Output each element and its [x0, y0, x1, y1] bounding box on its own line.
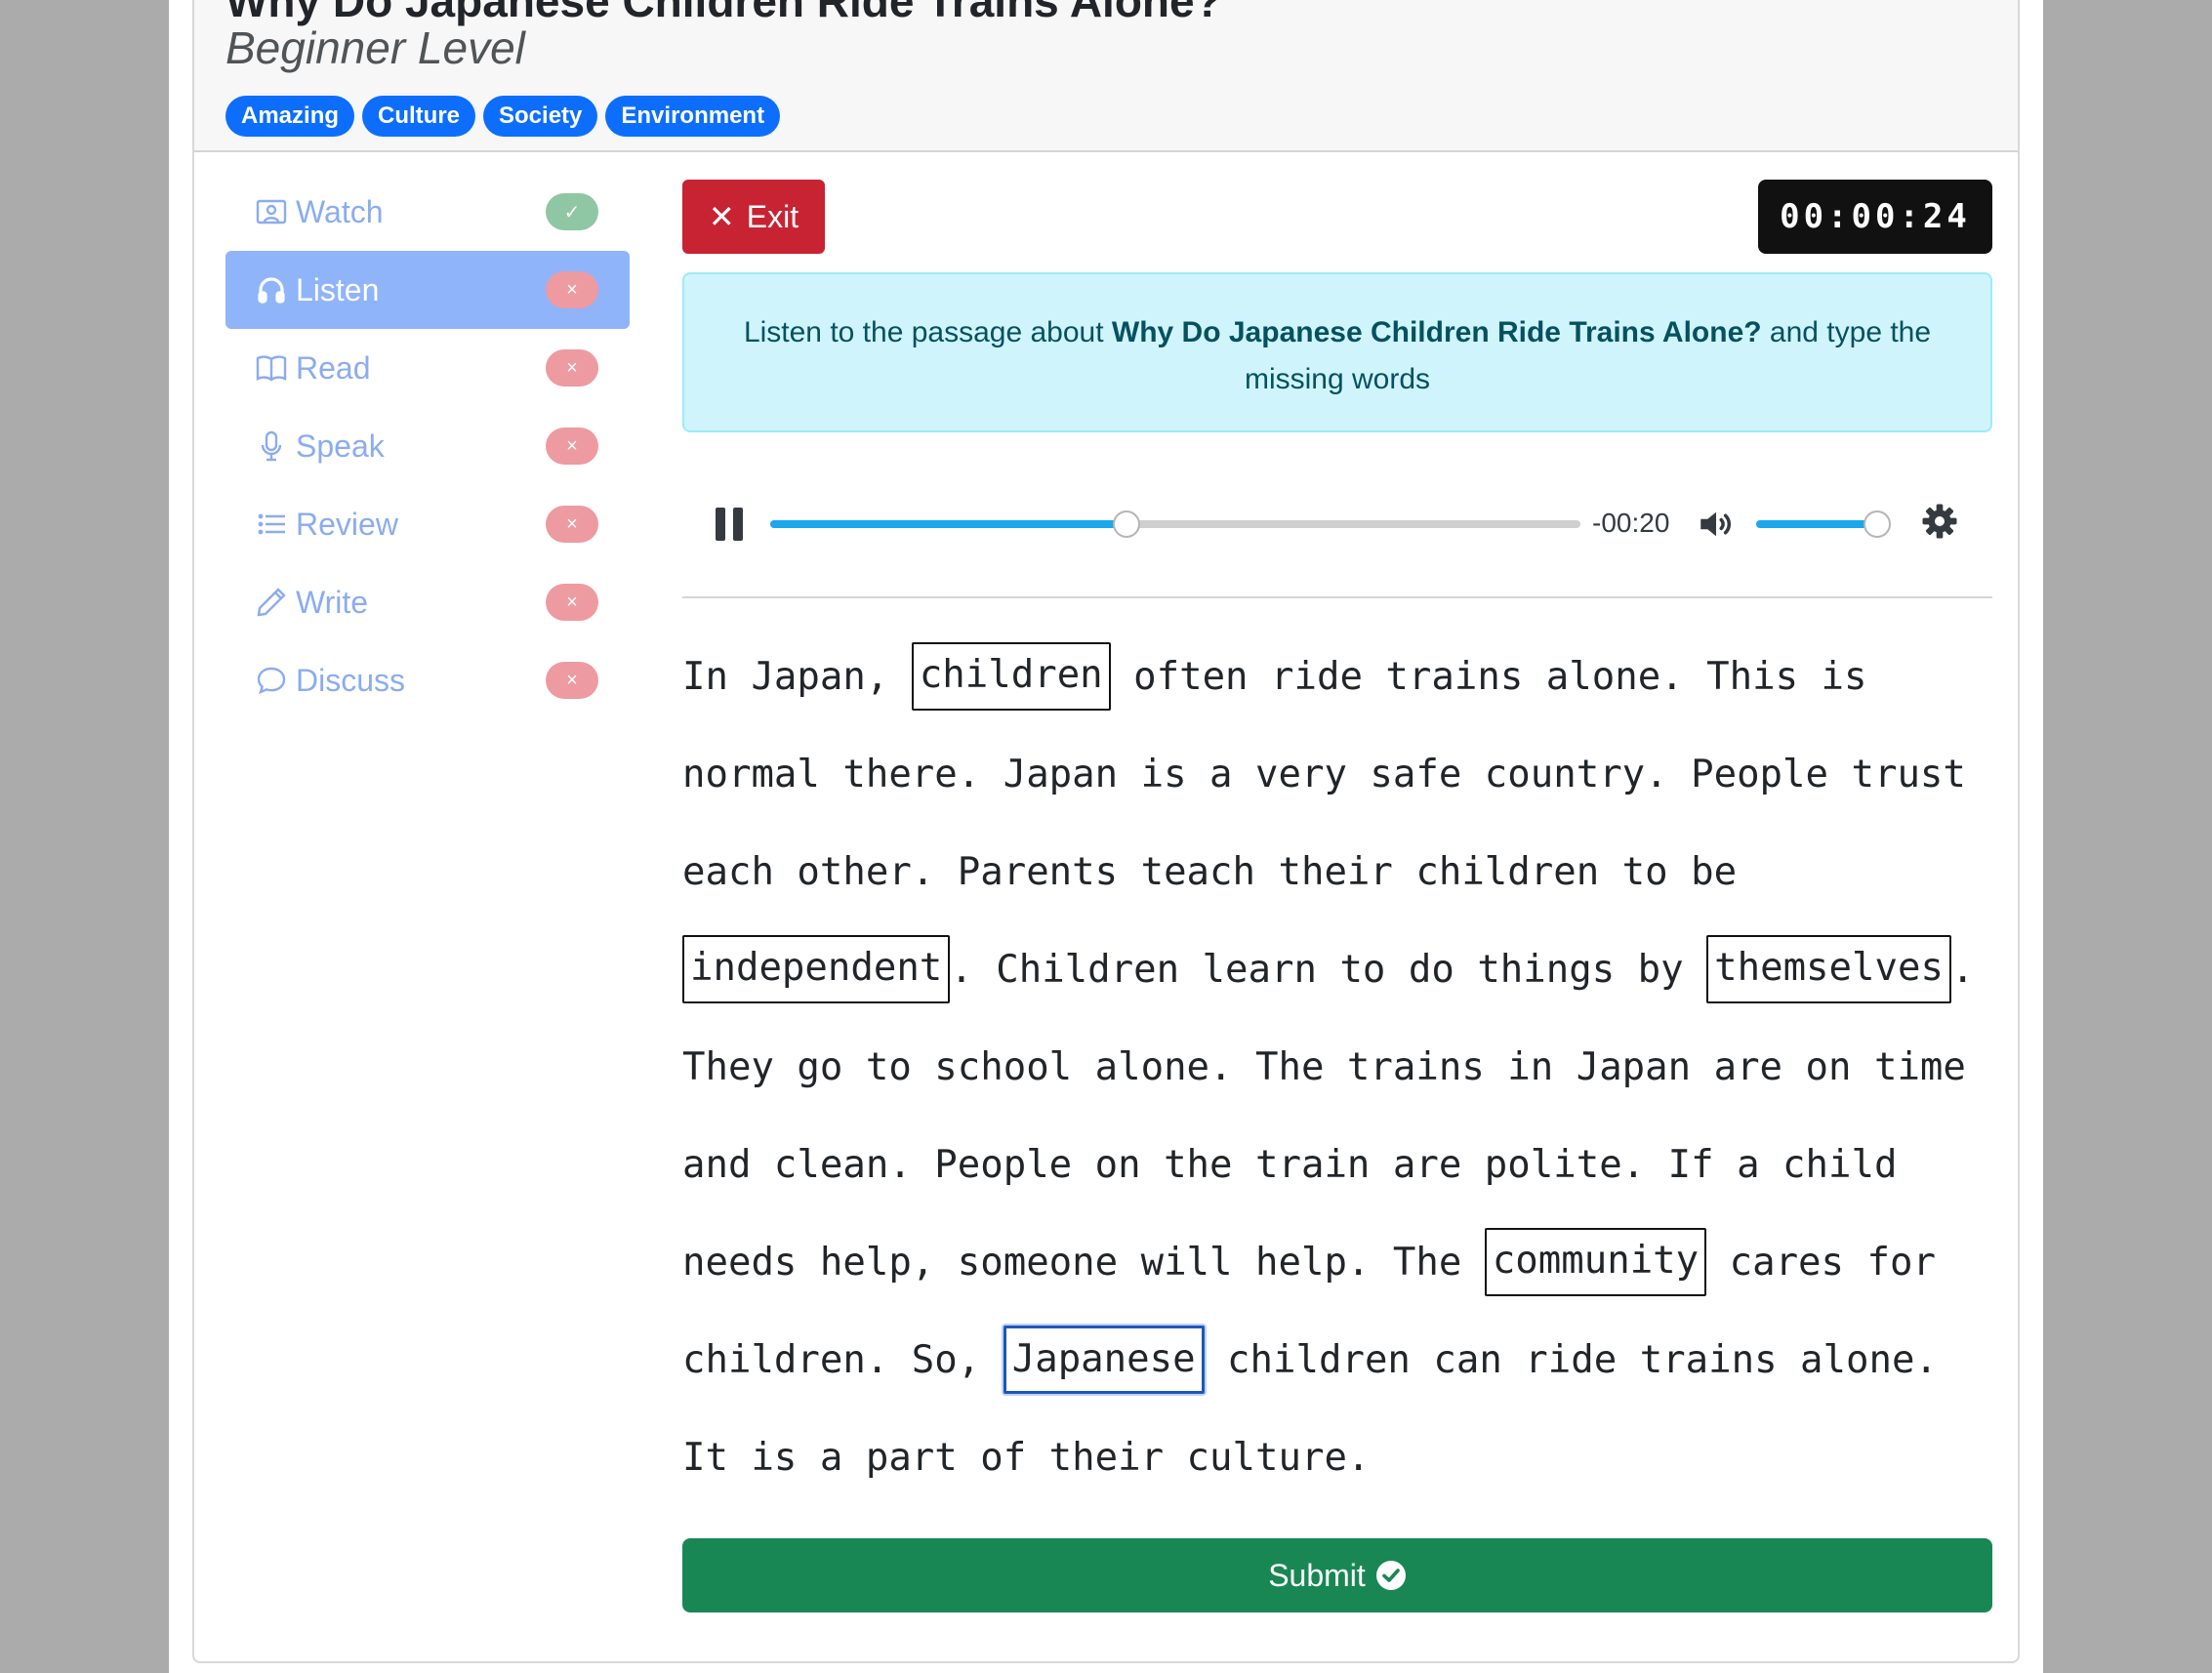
- status-badge: ✓: [546, 193, 598, 230]
- gear-icon[interactable]: [1920, 502, 1959, 541]
- submit-button[interactable]: Submit: [682, 1538, 1992, 1612]
- chat-icon: [255, 664, 288, 697]
- instruction-topic: Why Do Japanese Children Ride Trains Alo…: [1111, 316, 1762, 348]
- headphones-icon: [255, 273, 288, 306]
- mic-icon: [255, 429, 288, 463]
- seek-handle[interactable]: [1113, 510, 1141, 538]
- book-icon: [255, 351, 288, 385]
- volume-icon[interactable]: [1696, 504, 1737, 545]
- volume-level: [1756, 520, 1877, 528]
- sidebar-item-read[interactable]: Read ×: [225, 329, 630, 407]
- tag-badge[interactable]: Society: [483, 96, 598, 137]
- sidebar-item-label: Read: [296, 349, 371, 386]
- volume-slider[interactable]: [1756, 510, 1891, 538]
- activity-sidebar: Watch ✓ Listen × Read × Speak × Review ×…: [225, 173, 630, 719]
- sidebar-item-label: Review: [296, 506, 398, 542]
- tag-badge[interactable]: Environment: [605, 96, 781, 137]
- exit-button[interactable]: ✕ Exit: [682, 180, 825, 254]
- sidebar-item-label: Speak: [296, 428, 385, 464]
- status-badge: ×: [546, 349, 598, 387]
- person-video-icon: [255, 195, 288, 228]
- blank-input-focused[interactable]: Japanese: [1003, 1325, 1205, 1394]
- submit-label: Submit: [1268, 1557, 1366, 1593]
- sidebar-item-label: Watch: [296, 193, 384, 229]
- seek-progress: [770, 520, 1127, 528]
- passage-text: In Japan, children often ride trains alo…: [682, 629, 1992, 1507]
- blank-input[interactable]: community: [1484, 1227, 1707, 1296]
- lesson-level: Beginner Level: [225, 22, 525, 73]
- sidebar-item-label: Listen: [296, 271, 380, 307]
- status-badge: ×: [546, 584, 598, 621]
- sidebar-item-label: Write: [296, 584, 369, 620]
- sidebar-item-review[interactable]: Review ×: [225, 485, 630, 563]
- sidebar-item-write[interactable]: Write ×: [225, 563, 630, 641]
- seek-bar[interactable]: [770, 510, 1580, 538]
- tag-badge[interactable]: Culture: [362, 96, 476, 137]
- status-badge: ×: [546, 271, 598, 308]
- lesson-card: Why Do Japanese Children Ride Trains Alo…: [192, 0, 2020, 1663]
- audio-player: -00:20: [682, 472, 1992, 570]
- blank-input[interactable]: children: [911, 641, 1111, 711]
- sidebar-item-label: Discuss: [296, 662, 406, 698]
- blank-input[interactable]: independent: [682, 934, 951, 1003]
- sidebar-item-watch[interactable]: Watch ✓: [225, 173, 630, 251]
- tag-list: Amazing Culture Society Environment: [225, 96, 781, 137]
- volume-handle[interactable]: [1864, 510, 1891, 538]
- time-remaining: -00:20: [1592, 508, 1670, 538]
- close-icon: ✕: [708, 199, 735, 234]
- check-circle-icon: [1375, 1561, 1406, 1590]
- elapsed-timer: 00:00:24: [1758, 180, 1992, 254]
- exit-label: Exit: [746, 198, 799, 234]
- sidebar-item-discuss[interactable]: Discuss ×: [225, 641, 630, 719]
- instruction-alert: Listen to the passage about Why Do Japan…: [682, 272, 1992, 432]
- list-icon: [255, 508, 288, 541]
- status-badge: ×: [546, 506, 598, 543]
- blank-input[interactable]: themselves: [1706, 934, 1951, 1003]
- tag-badge[interactable]: Amazing: [225, 96, 355, 137]
- status-badge: ×: [546, 662, 598, 699]
- status-badge: ×: [546, 428, 598, 465]
- pause-icon[interactable]: [716, 508, 745, 541]
- instruction-prefix: Listen to the passage about: [743, 316, 1112, 348]
- passage-segment: In Japan,: [682, 655, 912, 699]
- page: Why Do Japanese Children Ride Trains Alo…: [169, 0, 2043, 1673]
- sidebar-item-speak[interactable]: Speak ×: [225, 407, 630, 485]
- passage-segment: . Children learn to do things by: [950, 948, 1707, 992]
- divider: [682, 596, 1992, 598]
- pencil-icon: [255, 586, 288, 619]
- lesson-header: Why Do Japanese Children Ride Trains Alo…: [194, 0, 2018, 152]
- sidebar-item-listen[interactable]: Listen ×: [225, 251, 630, 329]
